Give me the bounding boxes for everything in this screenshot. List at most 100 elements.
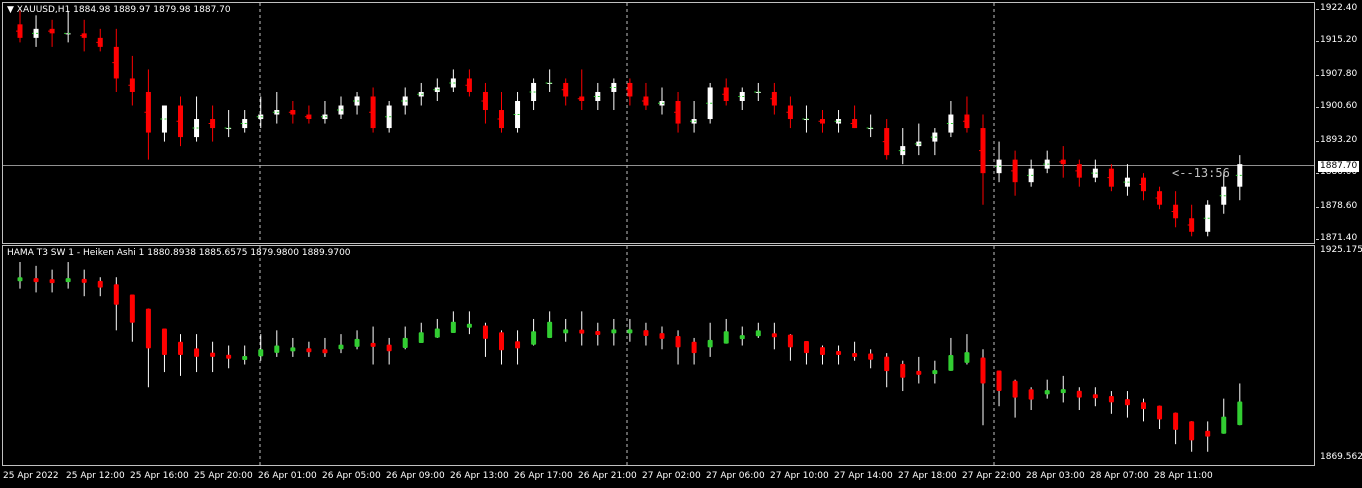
heiken-ashi-candle xyxy=(675,330,681,365)
heiken-ashi-candle xyxy=(707,322,713,357)
price-candle xyxy=(240,110,249,133)
price-candle xyxy=(16,10,24,43)
down-triangle-icon[interactable]: ▼ xyxy=(7,5,14,15)
heiken-ashi-candle xyxy=(49,269,55,293)
heiken-ashi-candle xyxy=(1076,387,1082,411)
price-candle xyxy=(609,78,618,111)
price-scale-tickmark xyxy=(1316,74,1319,76)
heiken-ashi-candle xyxy=(852,341,858,361)
heiken-ashi-candle xyxy=(1108,391,1114,414)
price-scale-tickmark xyxy=(1316,107,1319,109)
price-scale-tick: 1878.60 xyxy=(1320,200,1358,211)
price-candle xyxy=(337,96,345,120)
indicator-scale-tick: 1925.1757 xyxy=(1320,245,1362,255)
time-axis-label: 27 Apr 18:00 xyxy=(898,471,957,481)
time-axis-label: 26 Apr 01:00 xyxy=(258,471,317,481)
heiken-ashi-candle xyxy=(932,360,938,384)
heiken-ashi-candle xyxy=(161,328,167,373)
heiken-ashi-candle xyxy=(33,265,39,293)
heiken-ashi-candle xyxy=(338,334,344,354)
heiken-ashi-candle xyxy=(1092,387,1098,407)
heiken-ashi-candle xyxy=(1221,398,1227,434)
price-candle xyxy=(658,87,666,115)
time-axis-label: 27 Apr 02:00 xyxy=(642,471,701,481)
heiken-ashi-candle xyxy=(129,294,135,342)
heiken-ashi-candle xyxy=(1141,398,1146,422)
heiken-ashi-candle xyxy=(515,330,521,365)
time-axis-label: 26 Apr 09:00 xyxy=(386,471,445,481)
heiken-ashi-candle xyxy=(884,353,890,388)
price-scale-tickmark xyxy=(1316,206,1319,208)
heiken-ashi-candle xyxy=(274,330,280,357)
time-axis[interactable]: 25 Apr 2022 25 Apr 12:00 25 Apr 16:00 25 Ap… xyxy=(0,467,1316,488)
heiken-ashi-candle xyxy=(113,277,119,331)
heiken-ashi-candle xyxy=(547,311,553,339)
price-candle xyxy=(754,82,763,101)
heiken-ashi-candle xyxy=(322,337,328,357)
price-candle xyxy=(641,82,650,111)
price-candle xyxy=(850,105,859,129)
heiken-ashi-candle xyxy=(306,341,312,357)
heiken-ashi-candle xyxy=(900,360,906,392)
price-scale-tickmark xyxy=(1316,9,1319,10)
price-candle xyxy=(353,91,362,115)
heiken-ashi-candle xyxy=(97,277,103,297)
heiken-ashi-candle xyxy=(1157,405,1163,429)
price-candle xyxy=(802,105,811,133)
price-candle xyxy=(449,69,458,92)
heiken-ashi-candle xyxy=(354,330,360,350)
price-candle xyxy=(1091,159,1100,183)
price-candle xyxy=(1043,150,1052,174)
bar-countdown: <--13:56 xyxy=(1172,166,1230,180)
indicator-header: HAMA T3 SW 1 - Heiken Ashi 1 1880.8938 1… xyxy=(7,248,351,258)
price-scale-tick: 1900.60 xyxy=(1320,101,1358,112)
indicator-scale-tick: 1869.5621 xyxy=(1320,452,1362,462)
price-candle xyxy=(1171,191,1180,228)
heiken-ashi-candle xyxy=(579,311,585,346)
heiken-ashi-candle xyxy=(739,326,745,346)
price-scale[interactable]: 1922.40 1915.20 1907.80 1900.60 1893.20 1886.… xyxy=(1316,2,1362,244)
heiken-ashi-candle xyxy=(81,269,87,297)
heiken-ashi-candle xyxy=(691,337,697,365)
heiken-ashi-candle xyxy=(771,322,777,350)
price-candle xyxy=(914,123,923,156)
price-chart-canvas[interactable] xyxy=(3,3,1314,243)
heiken-ashi-candle xyxy=(643,322,649,346)
heiken-ashi-canvas[interactable] xyxy=(3,246,1314,465)
indicator-pane[interactable]: HAMA T3 SW 1 - Heiken Ashi 1 1880.8938 1… xyxy=(2,245,1315,466)
main-chart-pane[interactable]: ▼ XAUUSD,H1 1884.98 1889.97 1879.98 1887… xyxy=(2,2,1315,244)
heiken-ashi-candle xyxy=(418,322,424,343)
indicator-scale[interactable]: 1925.1757 1869.5621 xyxy=(1316,245,1362,466)
heiken-ashi-candle xyxy=(1237,383,1243,426)
price-candle xyxy=(898,128,907,165)
price-candle xyxy=(561,78,570,106)
price-candle xyxy=(1075,159,1084,187)
price-candle xyxy=(1059,146,1068,178)
heiken-ashi-candle xyxy=(820,345,825,365)
heiken-ashi-candle xyxy=(1124,391,1130,418)
price-candle xyxy=(48,19,57,47)
price-candle xyxy=(529,78,538,111)
heiken-ashi-candle xyxy=(386,337,392,365)
heiken-ashi-candle xyxy=(723,318,729,344)
price-candle xyxy=(545,69,554,92)
heiken-ashi-candle xyxy=(1028,387,1034,411)
price-candle xyxy=(962,96,971,133)
heiken-ashi-candle xyxy=(627,318,633,342)
price-candle xyxy=(417,82,426,106)
price-candle xyxy=(866,114,875,138)
price-candle xyxy=(160,105,169,142)
heiken-ashi-candle xyxy=(659,326,665,350)
price-scale-tick: 1907.80 xyxy=(1320,68,1358,79)
heiken-ashi-candle xyxy=(787,334,793,361)
price-candle xyxy=(834,110,843,133)
price-candle xyxy=(674,91,683,133)
heiken-ashi-candle xyxy=(1012,379,1018,418)
heiken-ashi-candle xyxy=(1173,412,1179,445)
heiken-ashi-candle xyxy=(755,322,761,338)
price-scale-tickmark xyxy=(1316,239,1319,240)
main-chart-header: ▼ XAUUSD,H1 1884.98 1889.97 1879.98 1887… xyxy=(7,5,231,15)
heiken-ashi-candle xyxy=(145,308,151,388)
price-candle xyxy=(369,87,378,133)
price-scale-tickmark xyxy=(1316,173,1319,175)
